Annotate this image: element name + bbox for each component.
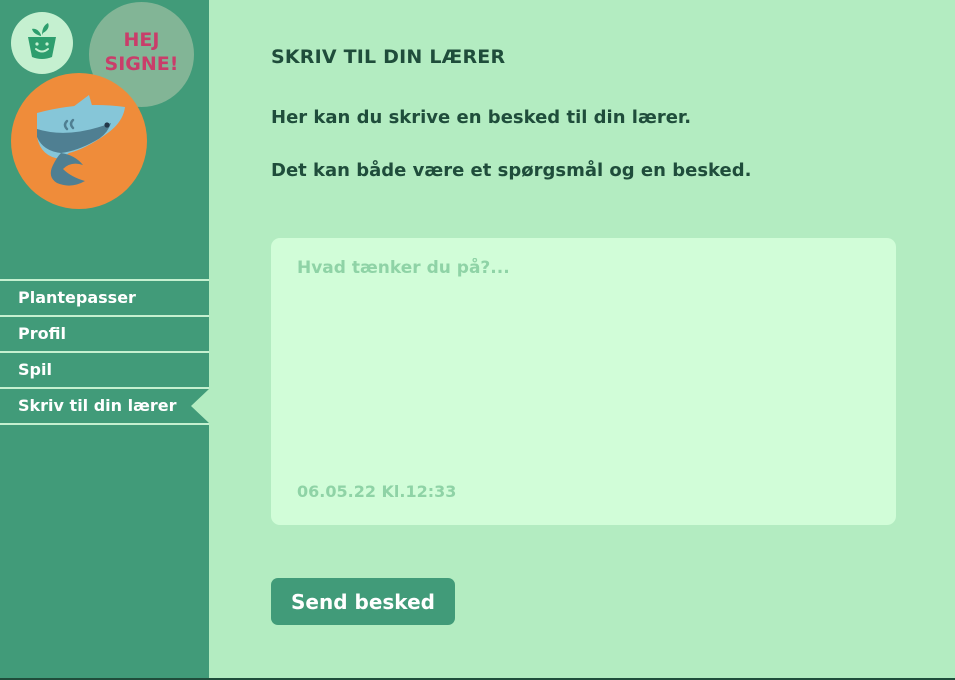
sidebar: HEJ SIGNE! Plantepasser Profil Spil Skri… [0,0,209,680]
page-title: SKRIV TIL DIN LÆRER [271,46,506,68]
message-card: 06.05.22 Kl.12:33 [271,238,896,525]
sidebar-item-profil[interactable]: Profil [0,317,209,353]
message-timestamp: 06.05.22 Kl.12:33 [297,482,457,501]
send-message-button[interactable]: Send besked [271,578,455,625]
active-indicator [191,389,209,423]
sidebar-item-label: Skriv til din lærer [18,396,177,415]
intro-text-2: Det kan både være et spørgsmål og en bes… [271,160,752,181]
plant-pot-icon [28,23,56,59]
sidebar-nav: Plantepasser Profil Spil Skriv til din l… [0,279,209,425]
greeting-text: HEJ SIGNE! [104,29,179,75]
avatar[interactable] [11,73,147,209]
sidebar-item-spil[interactable]: Spil [0,353,209,389]
sidebar-item-label: Spil [18,360,52,379]
sidebar-item-label: Profil [18,324,66,343]
intro-text-1: Her kan du skrive en besked til din lære… [271,107,692,128]
sidebar-item-label: Plantepasser [18,288,136,307]
sidebar-item-skriv-til-din-laerer[interactable]: Skriv til din lærer [0,389,209,425]
message-input[interactable] [297,258,872,458]
app-logo[interactable] [11,12,73,74]
sidebar-item-plantepasser[interactable]: Plantepasser [0,281,209,317]
shark-avatar-icon [37,95,125,186]
